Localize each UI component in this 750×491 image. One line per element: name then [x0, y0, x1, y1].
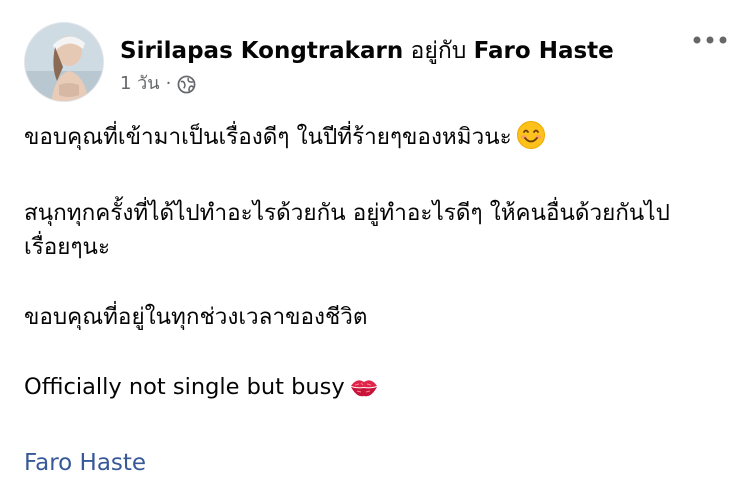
paragraph-text: ขอบคุณที่อยู่ในทุกช่วงเวลาของชีวิต: [24, 304, 368, 330]
meta-separator: ·: [165, 73, 172, 94]
globe-icon[interactable]: [177, 75, 196, 94]
with-word: อยู่กับ: [410, 38, 467, 64]
paragraph-text: เรื่อยๆนะ: [24, 234, 111, 260]
post-meta: 1 วัน ·: [120, 72, 196, 96]
tagged-person-link[interactable]: Faro Haste: [24, 447, 146, 479]
paragraph-text: Officially not single but busy: [24, 374, 345, 400]
post-timestamp[interactable]: 1 วัน: [120, 72, 160, 96]
post-paragraph: ขอบคุณที่อยู่ในทุกช่วงเวลาของชีวิต: [24, 300, 730, 334]
facebook-post: Sirilapas Kongtrakarn อยู่กับ Faro Haste…: [0, 0, 750, 491]
post-paragraph: สนุกทุกครั้งที่ได้ไปทำอะไรด้วยกัน อยู่ทำ…: [24, 196, 730, 230]
smiling-face-icon: [516, 120, 546, 160]
author-line: Sirilapas Kongtrakarn อยู่กับ Faro Haste: [120, 36, 614, 66]
post-paragraph: เรื่อยๆนะ: [24, 230, 730, 264]
post-paragraph: Officially not single but busy: [24, 370, 730, 410]
tagged-person-name[interactable]: Faro Haste: [474, 38, 614, 64]
more-options-icon[interactable]: [690, 28, 730, 52]
author-name[interactable]: Sirilapas Kongtrakarn: [120, 38, 403, 64]
post-header: Sirilapas Kongtrakarn อยู่กับ Faro Haste…: [24, 20, 730, 104]
paragraph-text: สนุกทุกครั้งที่ได้ไปทำอะไรด้วยกัน อยู่ทำ…: [24, 200, 670, 226]
paragraph-text: ขอบคุณที่เข้ามาเป็นเรื่องดีๆ ในปีที่ร้าย…: [24, 124, 512, 150]
post-paragraph: ขอบคุณที่เข้ามาเป็นเรื่องดีๆ ในปีที่ร้าย…: [24, 120, 730, 160]
author-avatar[interactable]: [24, 22, 104, 102]
kiss-mark-icon: [349, 374, 379, 410]
post-body: ขอบคุณที่เข้ามาเป็นเรื่องดีๆ ในปีที่ร้าย…: [24, 120, 730, 446]
